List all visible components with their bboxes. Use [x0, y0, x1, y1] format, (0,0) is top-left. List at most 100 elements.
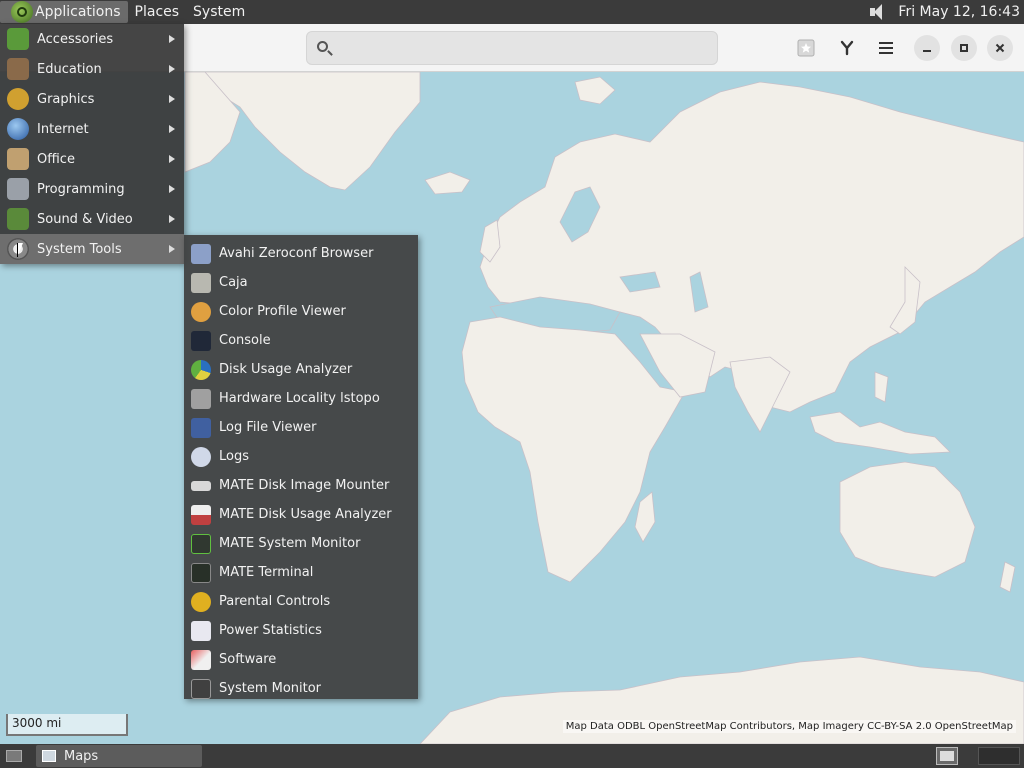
- system-tools-submenu: Avahi Zeroconf Browser Caja Color Profil…: [184, 235, 418, 699]
- submenu-item-parental-controls[interactable]: Parental Controls: [184, 587, 418, 616]
- console-icon: [191, 330, 211, 351]
- submenu-item-label: Console: [219, 333, 271, 348]
- submenu-item-software[interactable]: Software: [184, 645, 418, 674]
- clock[interactable]: Fri May 12, 16:43: [898, 4, 1020, 20]
- internet-icon: [7, 118, 29, 140]
- submenu-item-label: MATE System Monitor: [219, 536, 361, 551]
- menu-item-office[interactable]: Office: [0, 144, 184, 174]
- mate-logo-icon: [11, 1, 33, 23]
- chevron-right-icon: [169, 215, 175, 223]
- mate-disk-usage-icon: [191, 504, 211, 525]
- svalbard-landmass: [574, 76, 616, 105]
- parental-controls-icon: [191, 591, 211, 612]
- graphics-icon: [7, 88, 29, 110]
- menu-item-label: Internet: [37, 121, 89, 137]
- submenu-item-color-profile[interactable]: Color Profile Viewer: [184, 297, 418, 326]
- workspace-2[interactable]: [978, 747, 1020, 765]
- hardware-icon: [191, 388, 211, 409]
- submenu-item-label: Software: [219, 652, 277, 667]
- submenu-item-system-monitor[interactable]: System Monitor: [184, 674, 418, 703]
- applications-menu: Accessories Education Graphics Internet …: [0, 24, 184, 264]
- menu-item-label: Education: [37, 61, 102, 77]
- submenu-item-disk-image-mounter[interactable]: MATE Disk Image Mounter: [184, 471, 418, 500]
- submenu-item-console[interactable]: Console: [184, 326, 418, 355]
- submenu-item-label: Disk Usage Analyzer: [219, 362, 353, 377]
- submenu-item-mate-system-monitor[interactable]: MATE System Monitor: [184, 529, 418, 558]
- menu-item-label: Accessories: [37, 31, 114, 47]
- taskbar-window-label: Maps: [64, 748, 99, 764]
- log-viewer-icon: [191, 417, 211, 438]
- menu-item-label: Graphics: [37, 91, 95, 107]
- chevron-right-icon: [169, 155, 175, 163]
- accessories-icon: [7, 28, 29, 50]
- menu-item-internet[interactable]: Internet: [0, 114, 184, 144]
- search-box[interactable]: [306, 31, 718, 65]
- submenu-item-label: Logs: [219, 449, 249, 464]
- submenu-item-caja[interactable]: Caja: [184, 268, 418, 297]
- submenu-item-log-file-viewer[interactable]: Log File Viewer: [184, 413, 418, 442]
- power-stats-icon: [191, 620, 211, 641]
- submenu-item-avahi[interactable]: Avahi Zeroconf Browser: [184, 239, 418, 268]
- volume-icon[interactable]: [868, 2, 888, 22]
- menu-item-sound-video[interactable]: Sound & Video: [0, 204, 184, 234]
- places-menu-button[interactable]: Places: [128, 1, 187, 23]
- panel-tray: Fri May 12, 16:43: [868, 2, 1024, 22]
- office-icon: [7, 148, 29, 170]
- terminal-icon: [191, 562, 211, 583]
- submenu-item-mate-terminal[interactable]: MATE Terminal: [184, 558, 418, 587]
- submenu-item-mate-disk-usage[interactable]: MATE Disk Usage Analyzer: [184, 500, 418, 529]
- chevron-right-icon: [169, 125, 175, 133]
- workspace-1[interactable]: [936, 747, 958, 765]
- menu-item-label: System Tools: [37, 241, 122, 257]
- main-menu-button[interactable]: [872, 34, 900, 62]
- iceland-landmass: [424, 171, 471, 195]
- submenu-item-logs[interactable]: Logs: [184, 442, 418, 471]
- madagascar-landmass: [634, 491, 656, 543]
- logs-icon: [191, 446, 211, 467]
- menu-item-graphics[interactable]: Graphics: [0, 84, 184, 114]
- submenu-item-hardware-locality[interactable]: Hardware Locality lstopo: [184, 384, 418, 413]
- menu-item-system-tools[interactable]: System Tools: [0, 234, 184, 264]
- show-desktop-button[interactable]: [2, 745, 26, 767]
- workspace-preview: [940, 751, 954, 761]
- window-icon: [42, 750, 56, 762]
- map-attribution: Map Data ODBL OpenStreetMap Contributors…: [562, 720, 1016, 733]
- close-button[interactable]: [987, 35, 1013, 61]
- search-input[interactable]: [339, 36, 709, 60]
- minimize-icon: [923, 50, 931, 52]
- submenu-item-label: MATE Disk Image Mounter: [219, 478, 390, 493]
- close-icon: [995, 43, 1005, 53]
- submenu-item-disk-usage[interactable]: Disk Usage Analyzer: [184, 355, 418, 384]
- color-profile-icon: [191, 301, 211, 322]
- programming-icon: [7, 178, 29, 200]
- mouse-cursor-icon: [17, 243, 23, 257]
- submenu-item-label: MATE Terminal: [219, 565, 314, 580]
- chevron-right-icon: [169, 35, 175, 43]
- submenu-item-label: Caja: [219, 275, 248, 290]
- sound-video-icon: [7, 208, 29, 230]
- maximize-button[interactable]: [951, 35, 977, 61]
- route-button[interactable]: [833, 34, 861, 62]
- system-menu-button[interactable]: System: [186, 1, 252, 23]
- maximize-icon: [960, 44, 968, 52]
- top-panel: Applications Places System Fri May 12, 1…: [0, 0, 1024, 24]
- taskbar-window-maps[interactable]: Maps: [36, 745, 202, 767]
- menu-item-label: Office: [37, 151, 75, 167]
- search-icon: [317, 41, 328, 52]
- submenu-item-label: Power Statistics: [219, 623, 322, 638]
- applications-menu-button[interactable]: Applications: [0, 1, 128, 23]
- chevron-right-icon: [169, 185, 175, 193]
- australia-landmass: [839, 461, 976, 578]
- bottom-panel: Maps: [0, 744, 1024, 768]
- menu-item-programming[interactable]: Programming: [0, 174, 184, 204]
- submenu-item-label: System Monitor: [219, 681, 322, 696]
- menu-item-education[interactable]: Education: [0, 54, 184, 84]
- menu-item-accessories[interactable]: Accessories: [0, 24, 184, 54]
- chevron-right-icon: [169, 95, 175, 103]
- submenu-item-label: Avahi Zeroconf Browser: [219, 246, 374, 261]
- favorites-button[interactable]: [792, 34, 820, 62]
- chevron-right-icon: [169, 245, 175, 253]
- philippines-landmass: [874, 371, 889, 403]
- submenu-item-power-statistics[interactable]: Power Statistics: [184, 616, 418, 645]
- minimize-button[interactable]: [914, 35, 940, 61]
